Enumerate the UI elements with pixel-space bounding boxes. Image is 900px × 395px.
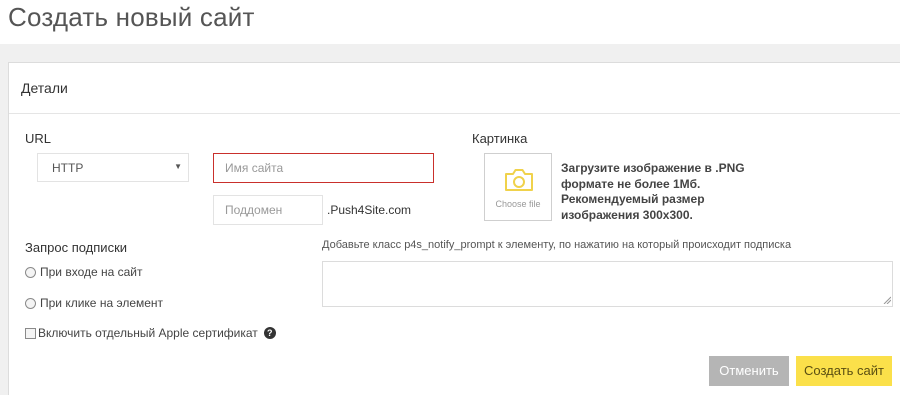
camera-icon <box>505 169 533 191</box>
protocol-selected-value: HTTP <box>52 161 84 175</box>
site-name-input[interactable] <box>213 153 434 183</box>
radio-on-enter[interactable]: При входе на сайт <box>25 265 143 279</box>
protocol-select[interactable]: HTTP ▼ <box>37 153 189 182</box>
cancel-button[interactable]: Отменить <box>709 356 789 386</box>
prompt-selector-textarea[interactable] <box>322 261 893 307</box>
panel-title: Детали <box>21 80 68 96</box>
page-title: Создать новый сайт <box>8 2 255 32</box>
details-panel: Детали <box>8 62 900 395</box>
apple-cert-checkbox[interactable]: Включить отдельный Apple сертификат ? <box>25 326 276 340</box>
panel-header: Детали <box>9 63 900 114</box>
choose-file-label: Choose file <box>495 199 541 209</box>
prompt-hint: Добавьте класс p4s_notify_prompt к элеме… <box>322 239 792 251</box>
apple-cert-label: Включить отдельный Apple сертификат <box>38 326 258 340</box>
resize-grip-icon[interactable] <box>883 296 891 304</box>
image-upload-hint: Загрузите изображение в .PNG формате не … <box>561 161 745 222</box>
radio-on-click[interactable]: При клике на элемент <box>25 296 163 310</box>
radio-on-enter-label: При входе на сайт <box>40 265 143 279</box>
page-header: Создать новый сайт <box>0 0 900 44</box>
radio-circle[interactable] <box>25 266 36 278</box>
chevron-down-icon: ▼ <box>174 162 182 171</box>
create-site-button[interactable]: Создать сайт <box>796 356 892 386</box>
subdomain-input[interactable] <box>213 195 323 225</box>
subscription-label: Запрос подписки <box>25 240 128 255</box>
url-label: URL <box>25 131 52 146</box>
checkbox-box[interactable] <box>25 327 36 339</box>
radio-circle[interactable] <box>25 297 36 309</box>
image-label: Картинка <box>472 131 528 146</box>
question-circle-icon[interactable]: ? <box>263 327 276 339</box>
radio-on-click-label: При клике на элемент <box>40 296 164 310</box>
domain-suffix: .Push4Site.com <box>327 203 412 217</box>
image-upload-button[interactable]: Choose file <box>484 153 552 221</box>
